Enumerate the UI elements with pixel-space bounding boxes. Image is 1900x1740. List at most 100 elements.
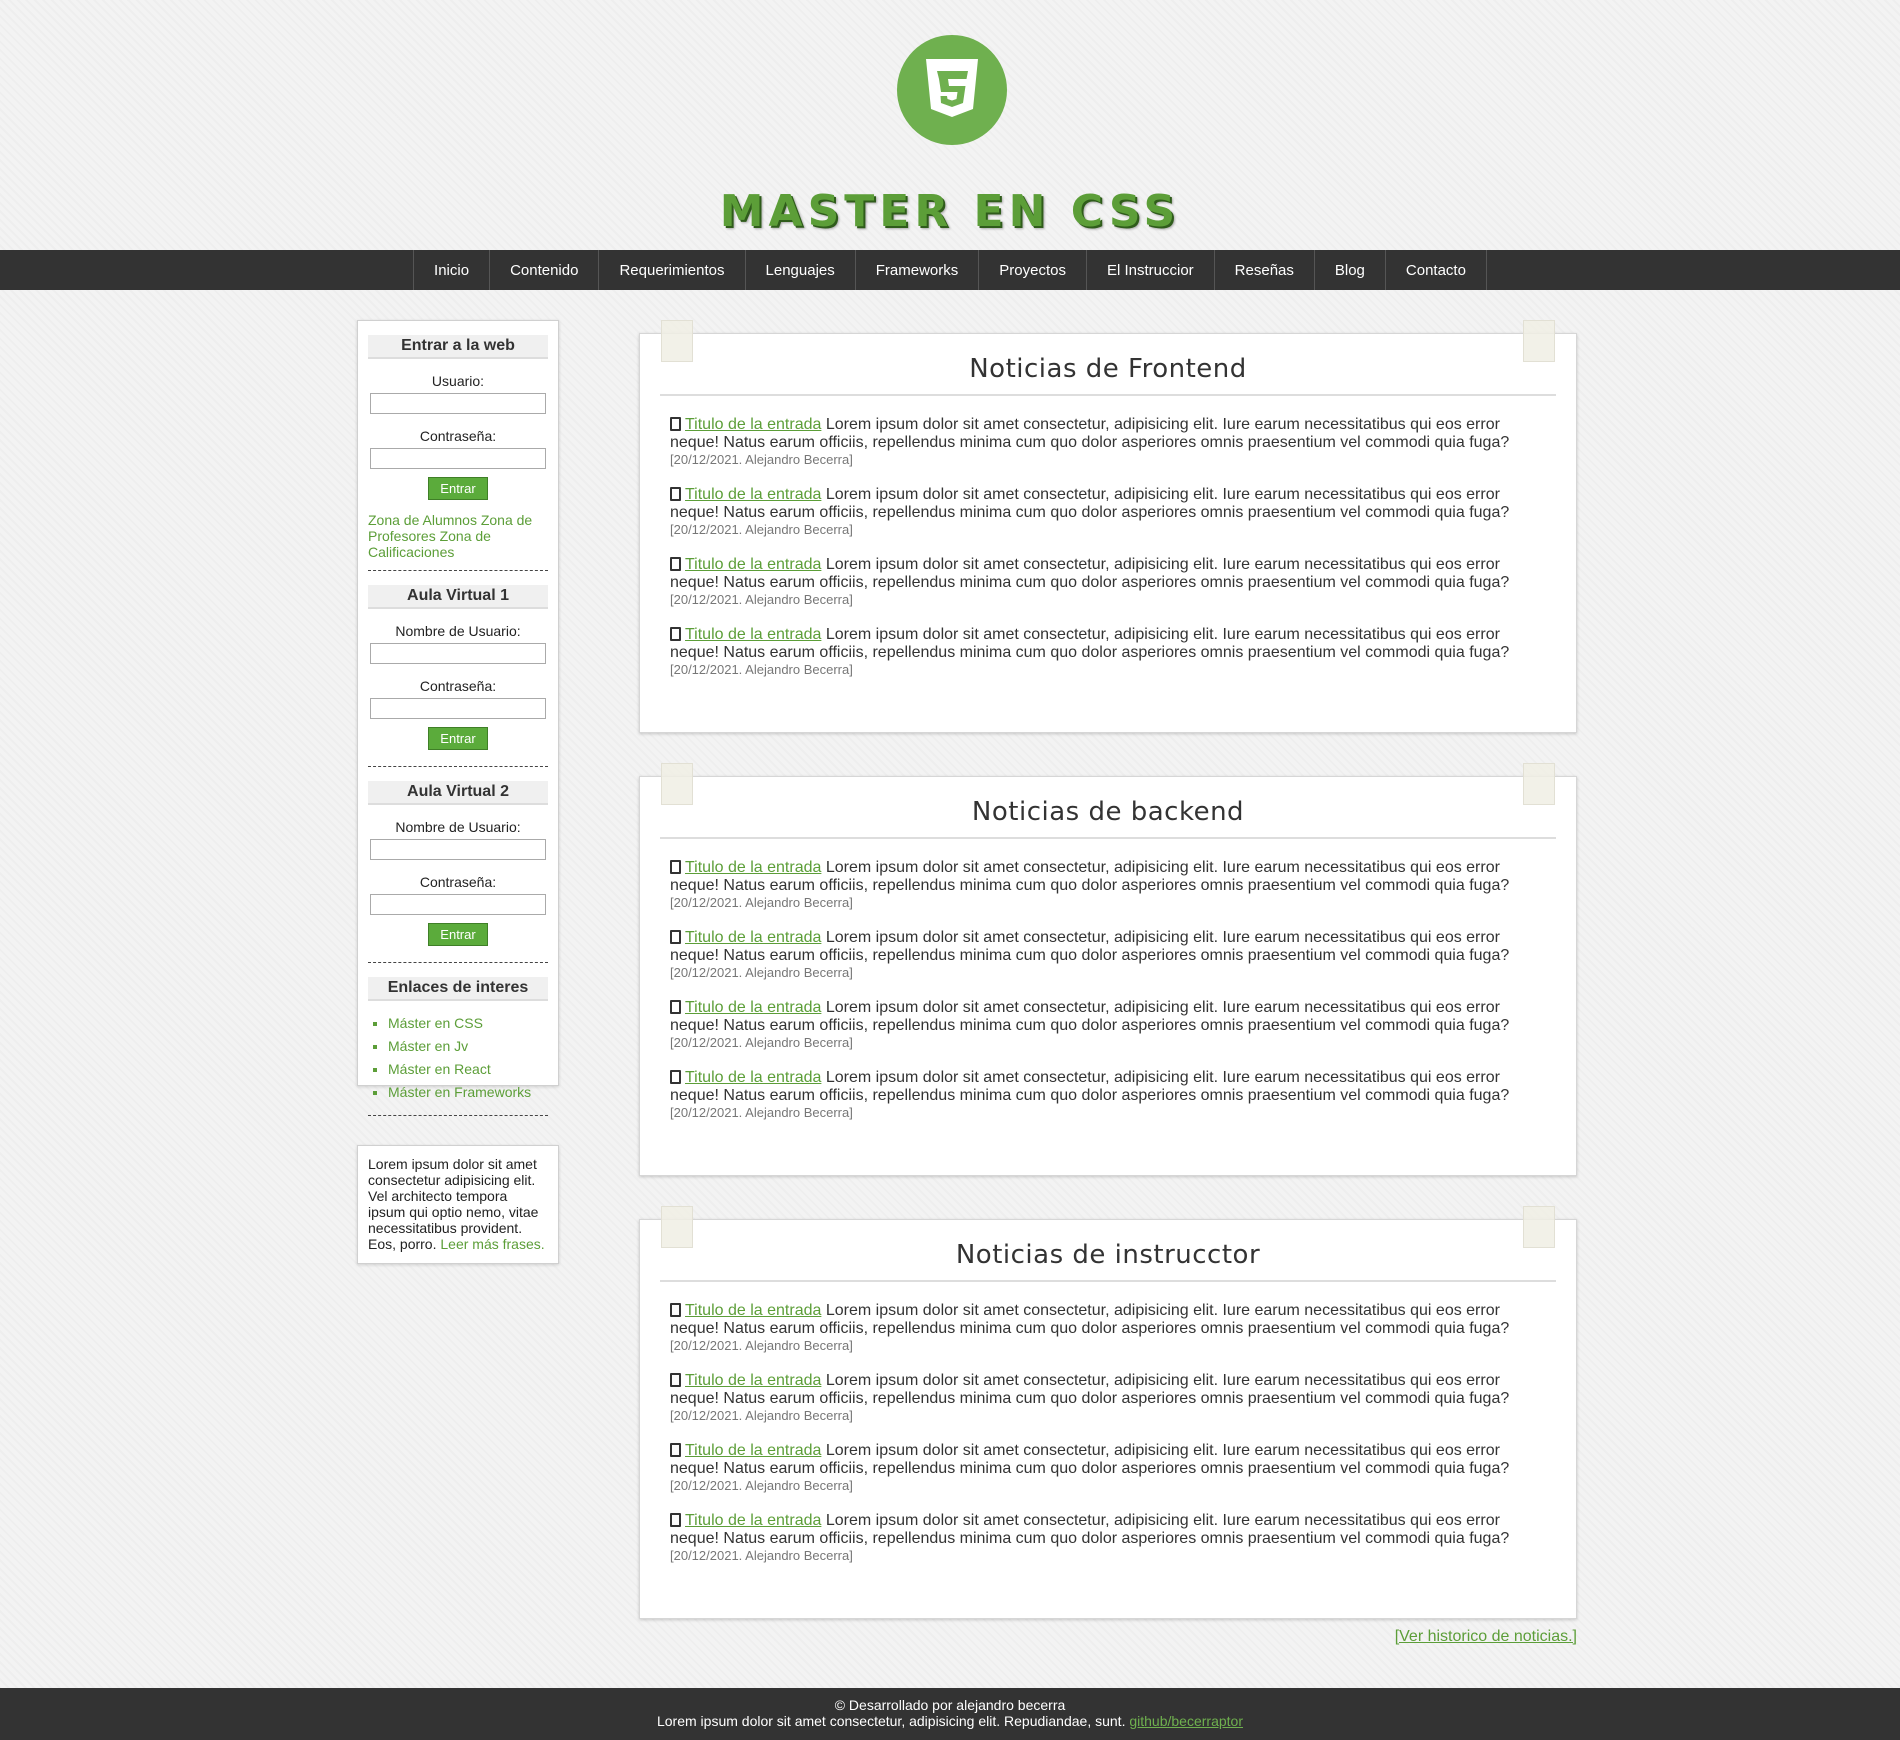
news-entries: Titulo de la entrada Lorem ipsum dolor s…: [660, 1282, 1556, 1564]
nav-item-inicio[interactable]: Inicio: [414, 250, 491, 290]
news-entry: Titulo de la entrada Lorem ipsum dolor s…: [670, 486, 1546, 538]
sidebar-link-item[interactable]: Máster en React: [388, 1061, 548, 1077]
entry-meta: [20/12/2021. Alejandro Becerra]: [670, 1548, 853, 1563]
login-section: Entrar a la web Usuario: Contraseña: Ent…: [368, 321, 548, 571]
entry-meta: [20/12/2021. Alejandro Becerra]: [670, 592, 853, 607]
read-more-link[interactable]: Leer más frases.: [440, 1236, 544, 1252]
aula2-user-label: Nombre de Usuario:: [395, 819, 521, 835]
password-input[interactable]: [370, 448, 546, 469]
news-panel-title: Noticias de Frontend: [660, 334, 1556, 396]
news-panel: Noticias de instrucctor Titulo de la entr…: [639, 1206, 1577, 1619]
user-label: Usuario:: [431, 373, 485, 389]
document-icon: [670, 487, 681, 501]
nav-item-contacto[interactable]: Contacto: [1386, 250, 1487, 290]
entry-title-link[interactable]: Titulo de la entrada: [685, 1069, 821, 1086]
aula1-user-input[interactable]: [370, 643, 546, 664]
login-title: Entrar a la web: [368, 335, 548, 359]
news-entries: Titulo de la entrada Lorem ipsum dolor s…: [660, 839, 1556, 1121]
aula1-password-input[interactable]: [370, 698, 546, 719]
sidebar: Entrar a la web Usuario: Contraseña: Ent…: [357, 320, 559, 1116]
aula-virtual-1-section: Aula Virtual 1 Nombre de Usuario: Contra…: [368, 571, 548, 767]
nav-item-blog[interactable]: Blog: [1315, 250, 1386, 290]
news-entry: Titulo de la entrada Lorem ipsum dolor s…: [670, 556, 1546, 608]
entry-meta: [20/12/2021. Alejandro Becerra]: [670, 662, 853, 677]
document-icon: [670, 1000, 681, 1014]
aula1-title: Aula Virtual 1: [368, 585, 548, 609]
entry-meta: [20/12/2021. Alejandro Becerra]: [670, 1408, 853, 1423]
document-icon: [670, 1070, 681, 1084]
links-title: Enlaces de interes: [368, 977, 548, 1001]
news-panel: Noticias de Frontend Titulo de la entrada…: [639, 320, 1577, 733]
tape-decoration: [1523, 320, 1555, 362]
aula1-user-label: Nombre de Usuario:: [395, 623, 521, 639]
news-history-link[interactable]: [Ver historico de noticias.]: [1200, 1628, 1577, 1646]
sidebar-link-item[interactable]: Máster en CSS: [388, 1015, 548, 1031]
sidebar-link-item[interactable]: Máster en Frameworks: [388, 1084, 548, 1100]
site-footer: © Desarrollado por alejandro becerra Lor…: [0, 1688, 1900, 1740]
css3-logo-icon: [897, 35, 1007, 145]
entry-title-link[interactable]: Titulo de la entrada: [685, 626, 821, 643]
aula2-user-input[interactable]: [370, 839, 546, 860]
news-entries: Titulo de la entrada Lorem ipsum dolor s…: [660, 396, 1556, 678]
news-panel-title: Noticias de instrucctor: [660, 1220, 1556, 1282]
entry-meta: [20/12/2021. Alejandro Becerra]: [670, 452, 853, 467]
links-section: Enlaces de interes Máster en CSSMáster e…: [368, 963, 548, 1116]
main-navbar: Inicio Contenido Requerimientos Lenguajes Fr…: [0, 250, 1900, 290]
document-icon: [670, 627, 681, 641]
footer-text: Lorem ipsum dolor sit amet consectetur, …: [656, 1713, 1126, 1729]
entry-title-link[interactable]: Titulo de la entrada: [685, 859, 821, 876]
login-enter-button[interactable]: Entrar: [428, 477, 488, 500]
news-panel: Noticias de backend Titulo de la entrada …: [639, 763, 1577, 1176]
tape-decoration: [1523, 763, 1555, 805]
footer-line: Lorem ipsum dolor sit amet consectetur, …: [0, 1713, 1900, 1729]
news-entry: Titulo de la entrada Lorem ipsum dolor s…: [670, 1069, 1546, 1121]
entry-title-link[interactable]: Titulo de la entrada: [685, 1372, 821, 1389]
aula2-title: Aula Virtual 2: [368, 781, 548, 805]
news-entry: Titulo de la entrada Lorem ipsum dolor s…: [670, 999, 1546, 1051]
aula1-password-label: Contraseña:: [419, 678, 497, 694]
document-icon: [670, 417, 681, 431]
entry-title-link[interactable]: Titulo de la entrada: [685, 1442, 821, 1459]
news-entry: Titulo de la entrada Lorem ipsum dolor s…: [670, 626, 1546, 678]
entry-meta: [20/12/2021. Alejandro Becerra]: [670, 895, 853, 910]
nav-item-contenido[interactable]: Contenido: [490, 250, 600, 290]
nav-item-requerimientos[interactable]: Requerimientos: [599, 250, 746, 290]
site-title: MASTER EN CSS: [719, 186, 1181, 237]
nav-item-lenguajes[interactable]: Lenguajes: [746, 250, 856, 290]
news-panel-title: Noticias de backend: [660, 777, 1556, 839]
entry-title-link[interactable]: Titulo de la entrada: [685, 556, 821, 573]
news-entry: Titulo de la entrada Lorem ipsum dolor s…: [670, 1512, 1546, 1564]
nav-item-frameworks[interactable]: Frameworks: [856, 250, 980, 290]
entry-meta: [20/12/2021. Alejandro Becerra]: [670, 1035, 853, 1050]
document-icon: [670, 1373, 681, 1387]
zone-links[interactable]: Zona de Alumnos Zona de Profesores Zona …: [368, 512, 548, 560]
entry-title-link[interactable]: Titulo de la entrada: [685, 929, 821, 946]
nav-item-proyectos[interactable]: Proyectos: [979, 250, 1087, 290]
entry-title-link[interactable]: Titulo de la entrada: [685, 999, 821, 1016]
links-list: Máster en CSS Máster en Jv Máster en React…: [368, 1015, 548, 1100]
aula2-enter-button[interactable]: Entrar: [428, 923, 488, 946]
aula-virtual-2-section: Aula Virtual 2 Nombre de Usuario: Contra…: [368, 767, 548, 963]
document-icon: [670, 1303, 681, 1317]
entry-meta: [20/12/2021. Alejandro Becerra]: [670, 1338, 853, 1353]
nav-item-reseñas[interactable]: Reseñas: [1215, 250, 1315, 290]
document-icon: [670, 860, 681, 874]
footer-github-link[interactable]: github/becerraptor: [1129, 1713, 1243, 1729]
entry-title-link[interactable]: Titulo de la entrada: [685, 416, 821, 433]
news-entry: Titulo de la entrada Lorem ipsum dolor s…: [670, 416, 1546, 468]
entry-title-link[interactable]: Titulo de la entrada: [685, 1302, 821, 1319]
document-icon: [670, 557, 681, 571]
site-header: MASTER EN CSS: [0, 0, 1900, 250]
news-entry: Titulo de la entrada Lorem ipsum dolor s…: [670, 859, 1546, 911]
sidebar-link-item[interactable]: Máster en Jv: [388, 1038, 548, 1054]
password-label: Contraseña:: [419, 428, 497, 444]
aula2-password-label: Contraseña:: [419, 874, 497, 890]
aula1-enter-button[interactable]: Entrar: [428, 727, 488, 750]
nav-item-el-instruccior[interactable]: El Instruccior: [1087, 250, 1215, 290]
entry-title-link[interactable]: Titulo de la entrada: [685, 486, 821, 503]
footer-credit: © Desarrollado por alejandro becerra: [834, 1697, 1066, 1713]
user-input[interactable]: [370, 393, 546, 414]
entry-title-link[interactable]: Titulo de la entrada: [685, 1512, 821, 1529]
aula2-password-input[interactable]: [370, 894, 546, 915]
entry-meta: [20/12/2021. Alejandro Becerra]: [670, 522, 853, 537]
